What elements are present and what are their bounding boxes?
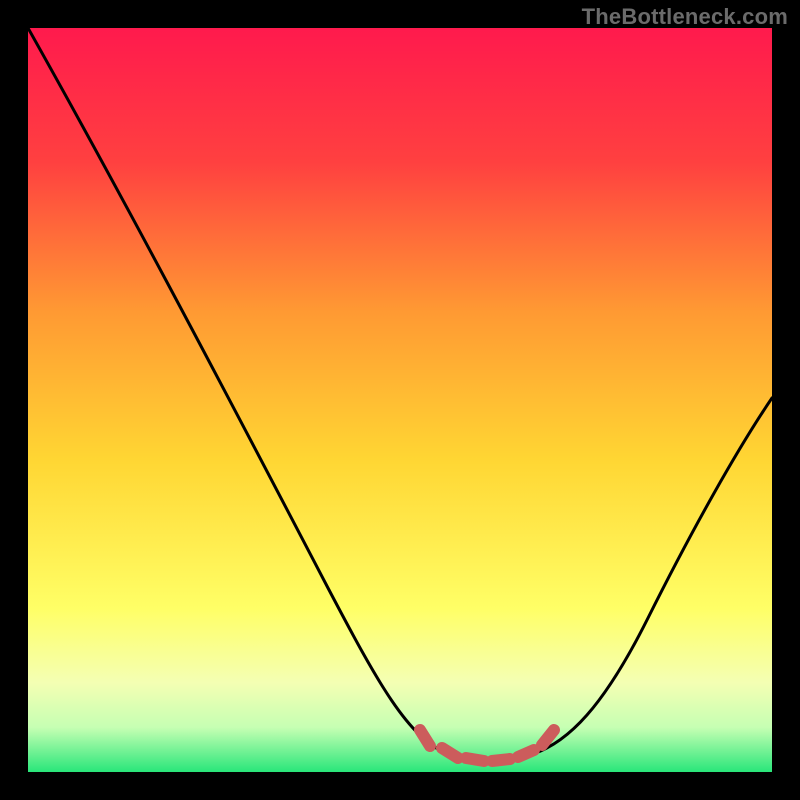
- bottleneck-chart: [28, 28, 772, 772]
- gradient-background: [28, 28, 772, 772]
- optimal-marker: [420, 730, 430, 746]
- chart-frame: TheBottleneck.com: [0, 0, 800, 800]
- optimal-marker: [466, 758, 484, 761]
- optimal-marker: [518, 750, 534, 757]
- watermark-text: TheBottleneck.com: [582, 4, 788, 30]
- optimal-marker: [492, 759, 510, 761]
- optimal-marker: [442, 748, 458, 758]
